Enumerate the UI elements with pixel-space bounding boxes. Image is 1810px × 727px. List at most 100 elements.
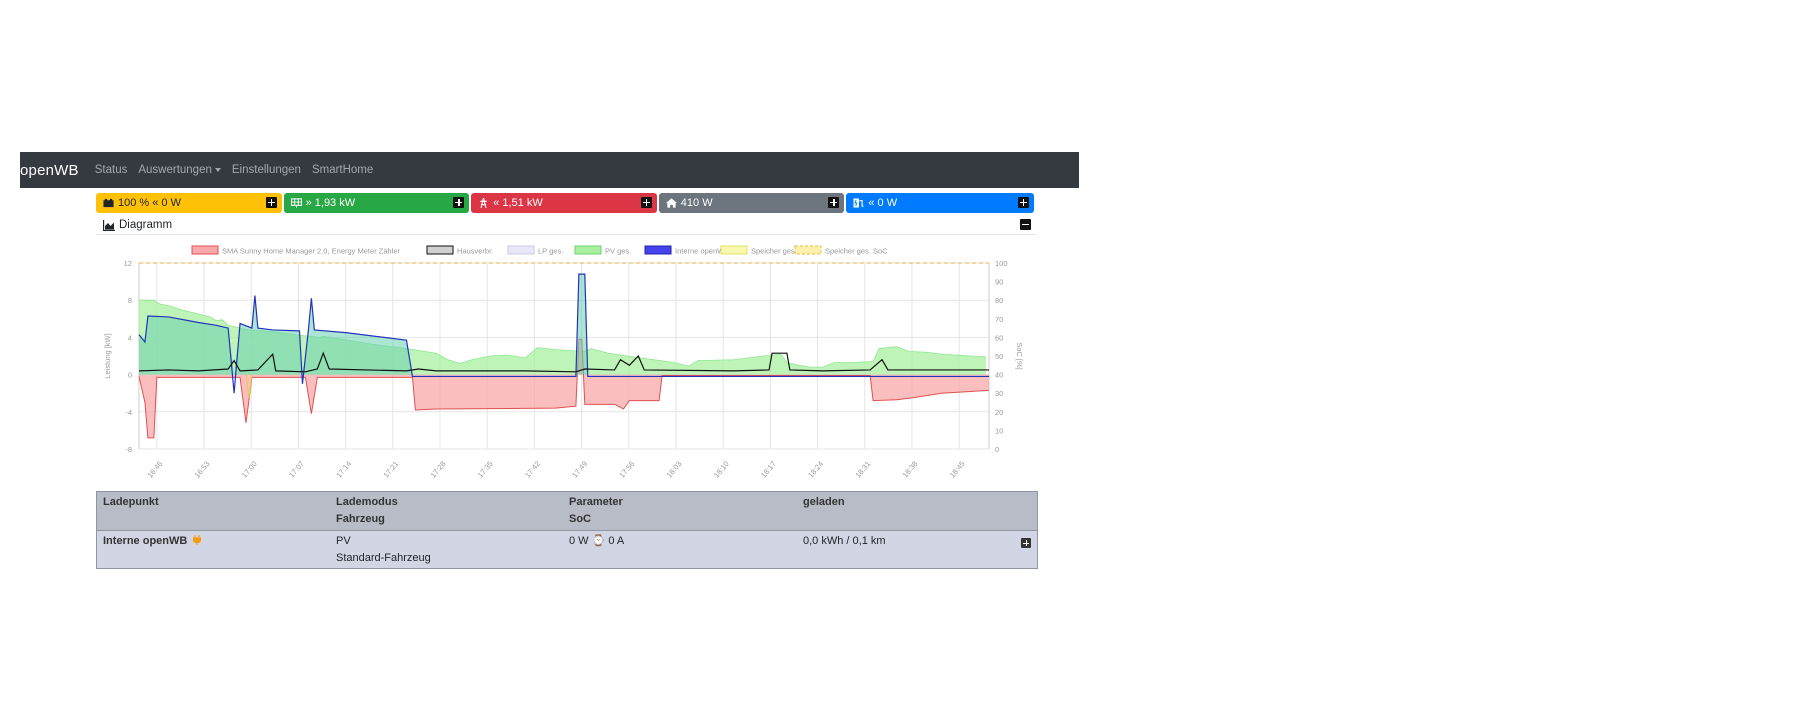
legend-label: Hausverbr. — [457, 247, 493, 256]
x-tick-label: 16:53 — [193, 459, 212, 479]
chargepoint-name-label: Interne openWB — [103, 535, 188, 547]
charging-card-text: « 0 W — [868, 197, 898, 209]
legend-label: PV ges. — [605, 247, 631, 256]
chart-legend: SMA Sunny Home Manager 2.0, Energy Meter… — [191, 245, 888, 256]
legend-label: LP ges. — [538, 247, 563, 256]
x-tick-label: 17:49 — [570, 459, 589, 479]
x-tick-label: 17:14 — [334, 459, 353, 479]
collapse-icon[interactable] — [1020, 219, 1031, 230]
header-ladepunkt: Ladepunkt — [103, 496, 159, 508]
y-tick-label: 8 — [128, 296, 132, 305]
y2-tick-label: 20 — [995, 408, 1003, 417]
area-chart-icon — [103, 219, 115, 231]
legend-swatch — [191, 245, 219, 255]
house-card[interactable]: 410 W — [658, 193, 845, 213]
y2-tick-label: 10 — [995, 426, 1003, 435]
chevron-down-icon — [214, 167, 221, 172]
header-fahrzeug: Fahrzeug — [336, 513, 385, 525]
nav-auswertungen[interactable]: Auswertungen — [138, 164, 221, 176]
nav-einstellungen[interactable]: Einstellungen — [232, 164, 301, 176]
nav-smarthome[interactable]: SmartHome — [312, 164, 373, 176]
y-tick-label: 4 — [128, 333, 132, 342]
y2-tick-label: 0 — [995, 445, 999, 454]
status-cards: 100 % « 0 W » 1,93 kW « 1,51 kW 410 W « … — [96, 193, 1036, 213]
legend-swatch — [507, 245, 535, 255]
x-tick-label: 17:56 — [617, 459, 636, 479]
y2-tick-label: 30 — [995, 389, 1003, 398]
brand-logo[interactable]: openWB — [20, 162, 79, 179]
x-tick-label: 18:38 — [901, 459, 920, 479]
y2-tick-label: 40 — [995, 371, 1003, 380]
legend-label: Speicher ges. SoC — [825, 247, 888, 256]
y2-tick-label: 90 — [995, 278, 1003, 287]
nav-auswertungen-label: Auswertungen — [138, 164, 212, 176]
legend-swatch — [720, 245, 748, 255]
y2-axis-title: SoC [%] — [1015, 342, 1024, 370]
x-tick-label: 18:31 — [853, 459, 872, 479]
table-row[interactable]: Interne openWB PV Standard-Fahrzeug 0 W … — [97, 531, 1037, 568]
diagram-header[interactable]: Diagramm — [96, 216, 1036, 235]
expand-icon[interactable] — [265, 197, 277, 208]
x-tick-label: 18:45 — [948, 459, 967, 479]
legend-label: Speicher ges. — [751, 247, 797, 256]
diagram-title: Diagramm — [119, 219, 173, 231]
charged-value: 0,0 kWh / 0,1 km — [803, 535, 886, 547]
legend-swatch — [644, 245, 672, 255]
header-soc: SoC — [569, 513, 591, 525]
home-icon — [665, 198, 677, 208]
vehicle-value: Standard-Fahrzeug — [336, 552, 431, 564]
expand-icon[interactable] — [1021, 538, 1031, 548]
power-chart[interactable]: SMA Sunny Home Manager 2.0, Energy Meter… — [96, 236, 1036, 486]
battery-icon — [103, 198, 114, 208]
plug-icon — [193, 535, 202, 545]
y2-tick-label: 80 — [995, 296, 1003, 305]
grid-card-text: « 1,51 kW — [493, 197, 543, 209]
y-tick-label: 12 — [124, 259, 132, 268]
header-parameter: Parameter — [569, 496, 623, 508]
y-axis-title: Leistung [kW] — [103, 333, 112, 378]
pv-card-text: » 1,93 kW — [305, 197, 356, 209]
charging-station-icon — [853, 198, 864, 208]
x-tick-label: 17:42 — [523, 459, 542, 479]
solar-panel-icon — [290, 198, 302, 208]
y-tick-label: -4 — [125, 408, 132, 417]
y2-tick-label: 100 — [995, 259, 1008, 268]
x-tick-label: 17:00 — [240, 459, 259, 479]
y2-tick-label: 70 — [995, 315, 1003, 324]
legend-swatch — [574, 245, 602, 255]
y-tick-label: 0 — [128, 371, 132, 380]
parameter-value: 0 W ⌚ 0 A — [569, 535, 625, 547]
legend-swatch — [794, 245, 822, 255]
y-tick-label: -8 — [125, 445, 132, 454]
grid-card[interactable]: « 1,51 kW — [471, 193, 657, 213]
x-tick-label: 16:46 — [145, 459, 164, 479]
navbar: openWB Status Auswertungen Einstellungen… — [20, 152, 1079, 188]
legend-swatch — [426, 245, 454, 255]
expand-icon[interactable] — [1017, 197, 1029, 208]
y2-tick-label: 50 — [995, 352, 1003, 361]
nav-status[interactable]: Status — [95, 164, 128, 176]
expand-icon[interactable] — [453, 197, 465, 208]
x-tick-label: 17:35 — [476, 459, 495, 479]
x-tick-label: 18:10 — [712, 459, 731, 479]
x-tick-label: 18:17 — [759, 459, 778, 479]
x-tick-label: 17:28 — [429, 459, 448, 479]
pv-card[interactable]: » 1,93 kW — [283, 193, 470, 213]
house-card-text: 410 W — [680, 197, 713, 209]
expand-icon[interactable] — [828, 197, 840, 208]
legend-label: SMA Sunny Home Manager 2.0, Energy Meter… — [222, 247, 401, 256]
battery-card-text: 100 % « 0 W — [118, 197, 181, 209]
header-geladen: geladen — [803, 496, 845, 508]
chargepoint-table: Ladepunkt Lademodus Fahrzeug Parameter S… — [96, 491, 1038, 569]
charging-card[interactable]: « 0 W — [846, 193, 1034, 213]
x-tick-label: 18:03 — [665, 459, 684, 479]
lademodus-value: PV — [336, 535, 351, 547]
expand-icon[interactable] — [640, 197, 652, 208]
battery-card[interactable]: 100 % « 0 W — [96, 193, 282, 213]
x-tick-label: 17:21 — [381, 459, 400, 479]
power-mast-icon — [480, 198, 488, 208]
x-tick-label: 18:24 — [806, 459, 825, 479]
table-header: Ladepunkt Lademodus Fahrzeug Parameter S… — [97, 492, 1037, 531]
header-lademodus: Lademodus — [336, 496, 398, 508]
x-tick-label: 17:07 — [287, 459, 306, 479]
